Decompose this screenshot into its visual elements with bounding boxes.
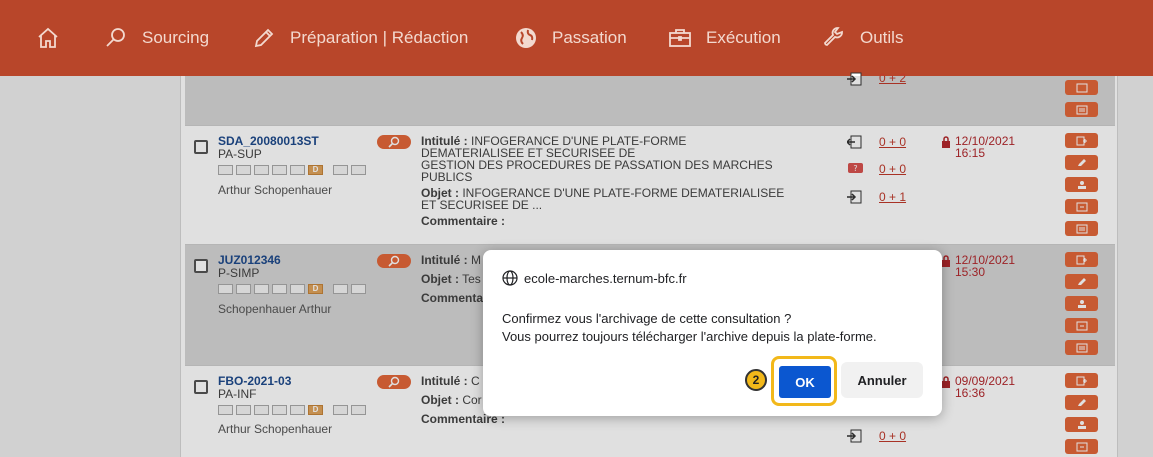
dialog-origin-text: ecole-marches.ternum-bfc.fr	[524, 270, 687, 286]
cancel-button[interactable]: Annuler	[841, 362, 923, 398]
dialog-origin: ecole-marches.ternum-bfc.fr	[502, 270, 687, 286]
nav-preparation[interactable]: Préparation | Rédaction	[252, 0, 468, 76]
nav-label: Outils	[860, 28, 904, 47]
step-badge: 2	[745, 369, 767, 391]
pencil-icon	[254, 28, 274, 48]
highlight-frame	[771, 356, 837, 406]
nav-passation[interactable]: Passation	[514, 0, 627, 76]
nav-home[interactable]	[36, 0, 74, 76]
dialog-message: Confirmez vous l'archivage de cette cons…	[502, 311, 877, 344]
nav-outils[interactable]: Outils	[822, 0, 903, 76]
nav-label: Passation	[552, 28, 627, 47]
globe-icon	[502, 270, 518, 286]
home-icon	[38, 27, 58, 48]
wrench-icon	[824, 27, 843, 46]
nav-label: Exécution	[706, 28, 781, 47]
nav-label: Préparation | Rédaction	[290, 28, 469, 47]
nav-label: Sourcing	[142, 28, 210, 47]
search-icon	[106, 28, 125, 47]
nav-sourcing[interactable]: Sourcing	[104, 0, 209, 76]
nav-execution[interactable]: Exécution	[668, 0, 781, 76]
confirm-dialog: ecole-marches.ternum-bfc.fr Confirmez vo…	[483, 250, 942, 416]
globe-icon	[516, 28, 536, 48]
top-navigation: Sourcing Préparation | Rédaction Passati…	[0, 0, 1153, 76]
briefcase-icon	[669, 29, 691, 47]
